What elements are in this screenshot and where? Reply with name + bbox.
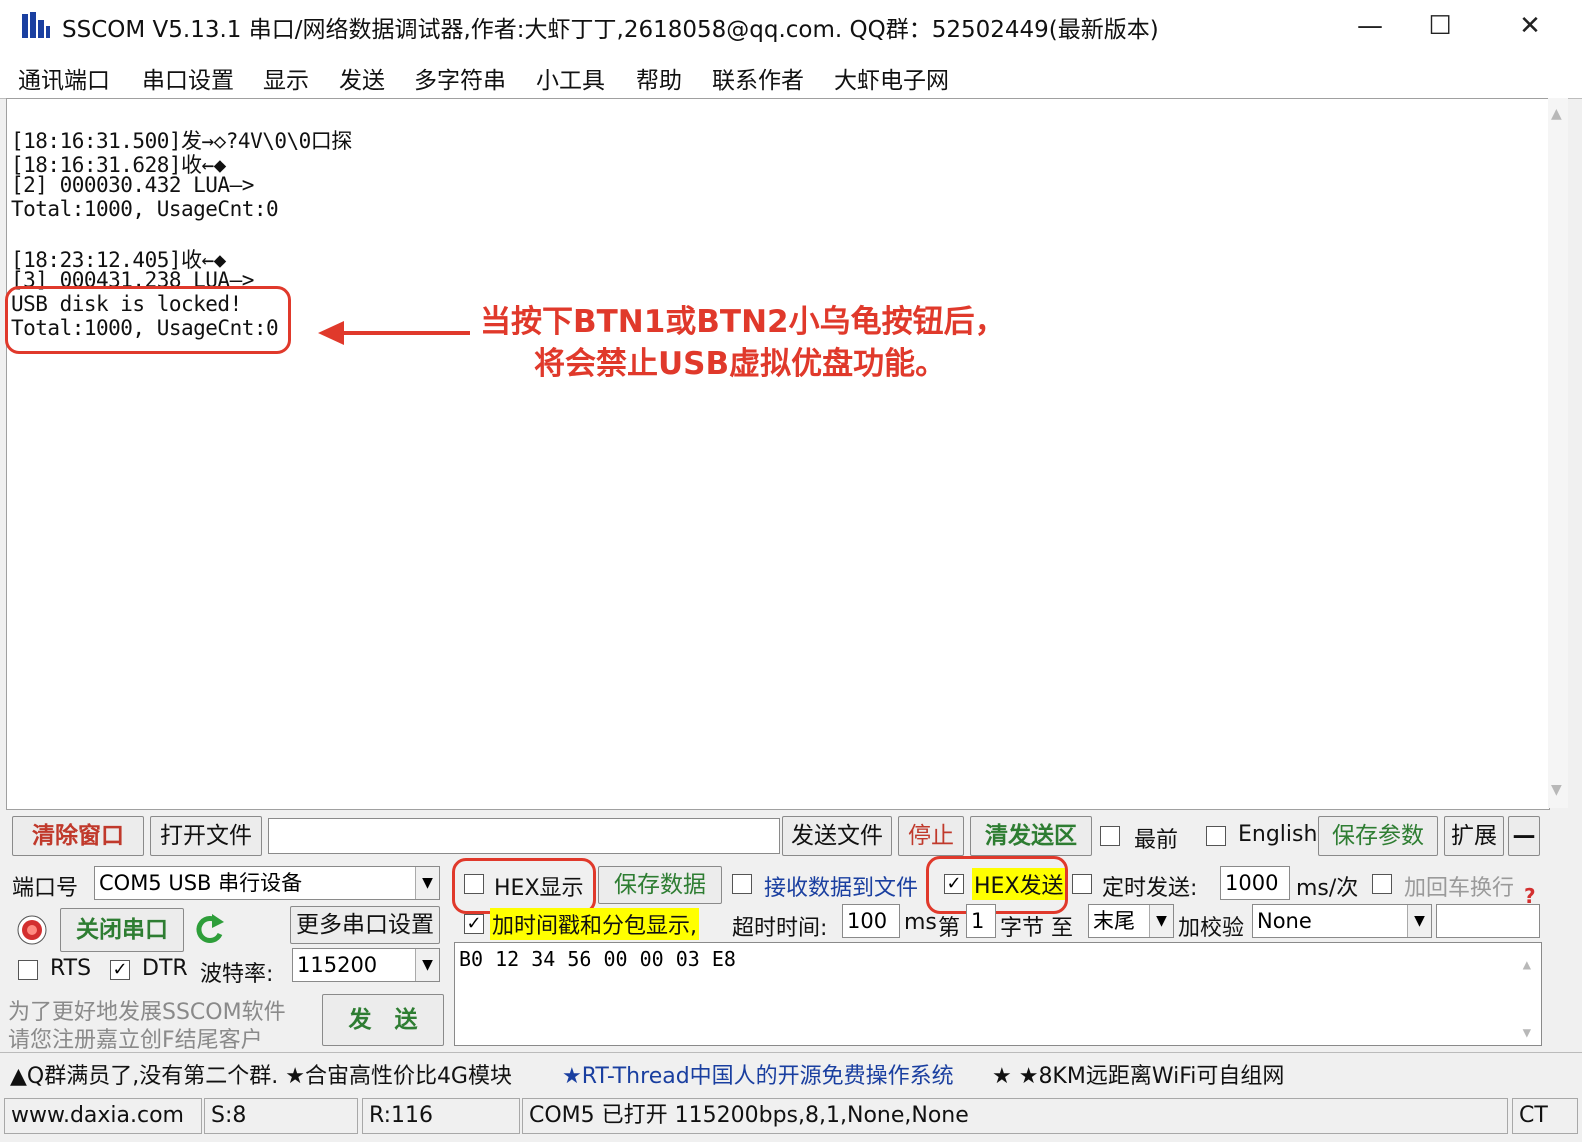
send-data-text: B0 12 34 56 00 00 03 E8: [459, 947, 736, 971]
topmost-label: 最前: [1134, 828, 1179, 853]
timestamp-label: 加时间戳和分包显示,: [490, 908, 699, 940]
send-button[interactable]: 发 送: [322, 994, 444, 1046]
baud-rate-value: 115200: [297, 953, 378, 977]
ticker-text-1[interactable]: ▲Q群满员了,没有第二个群. ★合宙高性价比4G模块: [10, 1058, 512, 1090]
minimize-button[interactable]: —: [1340, 6, 1400, 46]
stop-button[interactable]: 停止: [898, 816, 964, 856]
app-icon: [22, 12, 50, 38]
close-window-button[interactable]: ✕: [1500, 6, 1560, 46]
timed-send-interval-input[interactable]: 1000: [1220, 866, 1290, 900]
menu-help[interactable]: 帮助: [636, 61, 682, 95]
scroll-down-icon[interactable]: ▼: [1551, 782, 1562, 798]
send-data-textarea[interactable]: B0 12 34 56 00 00 03 E8 ▲ ▼: [454, 942, 1542, 1046]
end-byte-select[interactable]: 末尾 ▼: [1088, 904, 1174, 938]
window-title: SSCOM V5.13.1 串口/网络数据调试器,作者:大虾丁丁,2618058…: [62, 17, 1159, 43]
checksum-label: 加校验: [1178, 916, 1245, 941]
clear-window-button[interactable]: 清除窗口: [12, 816, 144, 856]
interval-unit-label: ms/次: [1296, 876, 1359, 901]
menu-contact-author[interactable]: 联系作者: [712, 61, 804, 95]
status-sent-count: S:8: [204, 1098, 358, 1134]
ticker-text-3[interactable]: ★ ★8KM远距离WiFi可自组网: [992, 1058, 1284, 1090]
receive-line: [2] 000030.432 LUA—>: [11, 173, 254, 197]
checksum-select[interactable]: None ▼: [1252, 904, 1432, 938]
status-website[interactable]: www.daxia.com: [4, 1098, 202, 1134]
file-path-input[interactable]: [268, 818, 780, 854]
timestamp-checkbox[interactable]: ✓: [464, 914, 484, 934]
menu-serial-settings[interactable]: 串口设置: [142, 61, 234, 95]
checksum-value: None: [1257, 909, 1312, 933]
collapse-button[interactable]: —: [1508, 816, 1540, 856]
arrow-left-icon: [318, 321, 470, 345]
english-label: English: [1238, 822, 1318, 847]
dropdown-arrow-icon[interactable]: ▼: [1407, 905, 1431, 937]
topmost-checkbox[interactable]: [1100, 826, 1120, 846]
recv-to-file-label: 接收数据到文件: [764, 876, 919, 901]
highlight-box-hex-display: [452, 858, 596, 914]
highlight-box-locked-message: [5, 286, 291, 354]
menu-multi-string[interactable]: 多字符串: [414, 61, 506, 95]
open-file-button[interactable]: 打开文件: [150, 816, 262, 856]
rts-label: RTS: [50, 956, 92, 981]
status-port-info: COM5 已打开 115200bps,8,1,None,None: [522, 1098, 1508, 1134]
save-params-button[interactable]: 保存参数: [1318, 816, 1438, 856]
english-checkbox[interactable]: [1206, 826, 1226, 846]
timeout-label: 超时时间:: [732, 916, 828, 941]
byte-to-label: 字节 至: [1000, 916, 1073, 941]
more-serial-settings-button[interactable]: 更多串口设置: [290, 906, 440, 944]
port-select[interactable]: COM5 USB 串行设备 ▼: [94, 866, 440, 900]
menu-daxia-site[interactable]: 大虾电子网: [834, 61, 949, 95]
scroll-up-icon[interactable]: ▲: [1551, 106, 1562, 122]
highlight-box-hex-send: [926, 856, 1068, 914]
close-port-button[interactable]: 关闭串口: [60, 908, 184, 952]
dtr-label: DTR: [142, 956, 188, 981]
scroll-down-icon[interactable]: ▼: [1523, 1021, 1531, 1045]
maximize-button[interactable]: ☐: [1410, 6, 1470, 46]
end-byte-value: 末尾: [1093, 909, 1135, 933]
start-byte-input[interactable]: 1: [966, 904, 996, 938]
save-data-button[interactable]: 保存数据: [598, 866, 722, 904]
menu-comm-port[interactable]: 通讯端口: [18, 61, 110, 95]
timeout-unit-label: ms: [904, 910, 937, 935]
receive-line: Total:1000, UsageCnt:0: [11, 197, 279, 221]
scroll-up-icon[interactable]: ▲: [1523, 953, 1531, 977]
timed-send-checkbox[interactable]: [1072, 874, 1092, 894]
port-status-lamp-icon: [17, 915, 47, 945]
timed-send-label: 定时发送:: [1102, 876, 1198, 901]
annotation-line-1: 当按下BTN1或BTN2小乌龟按钮后，: [480, 304, 1006, 340]
port-label: 端口号: [12, 876, 79, 901]
dropdown-arrow-icon[interactable]: ▼: [415, 949, 439, 981]
ticker-text-2[interactable]: ★RT-Thread中国人的开源免费操作系统: [562, 1058, 954, 1090]
rts-checkbox[interactable]: [18, 960, 38, 980]
dtr-checkbox[interactable]: ✓: [110, 960, 130, 980]
nth-label: 第: [938, 916, 961, 941]
refresh-icon[interactable]: [192, 912, 226, 948]
port-select-value: COM5 USB 串行设备: [99, 871, 303, 895]
promo-line-2: 请您注册嘉立创F结尾客户: [8, 1028, 263, 1053]
menu-tools[interactable]: 小工具: [536, 61, 605, 95]
timeout-input[interactable]: 100: [842, 904, 900, 938]
dropdown-arrow-icon[interactable]: ▼: [415, 867, 439, 899]
status-received-count: R:116: [362, 1098, 520, 1134]
baud-rate-select[interactable]: 115200 ▼: [292, 948, 440, 982]
dropdown-arrow-icon[interactable]: ▼: [1149, 905, 1173, 937]
status-cts: CT: [1512, 1098, 1578, 1134]
menu-send[interactable]: 发送: [339, 61, 385, 95]
receive-area[interactable]: [18:16:31.500]发→◇?4V\0\0口探 [18:16:31.628…: [6, 98, 1550, 810]
add-crlf-checkbox[interactable]: [1372, 874, 1392, 894]
baud-rate-label: 波特率:: [200, 962, 274, 987]
send-file-button[interactable]: 发送文件: [782, 816, 892, 856]
expand-button[interactable]: 扩展: [1444, 816, 1504, 856]
add-crlf-label: 加回车换行: [1404, 876, 1515, 901]
annotation-line-2: 将会禁止USB虚拟优盘功能。: [534, 346, 947, 382]
receive-scrollbar[interactable]: ▲ ▼: [1548, 98, 1568, 808]
checksum-result-field: [1436, 904, 1540, 938]
recv-to-file-checkbox[interactable]: [732, 874, 752, 894]
clear-send-area-button[interactable]: 清发送区: [970, 816, 1092, 856]
menu-display[interactable]: 显示: [263, 61, 309, 95]
